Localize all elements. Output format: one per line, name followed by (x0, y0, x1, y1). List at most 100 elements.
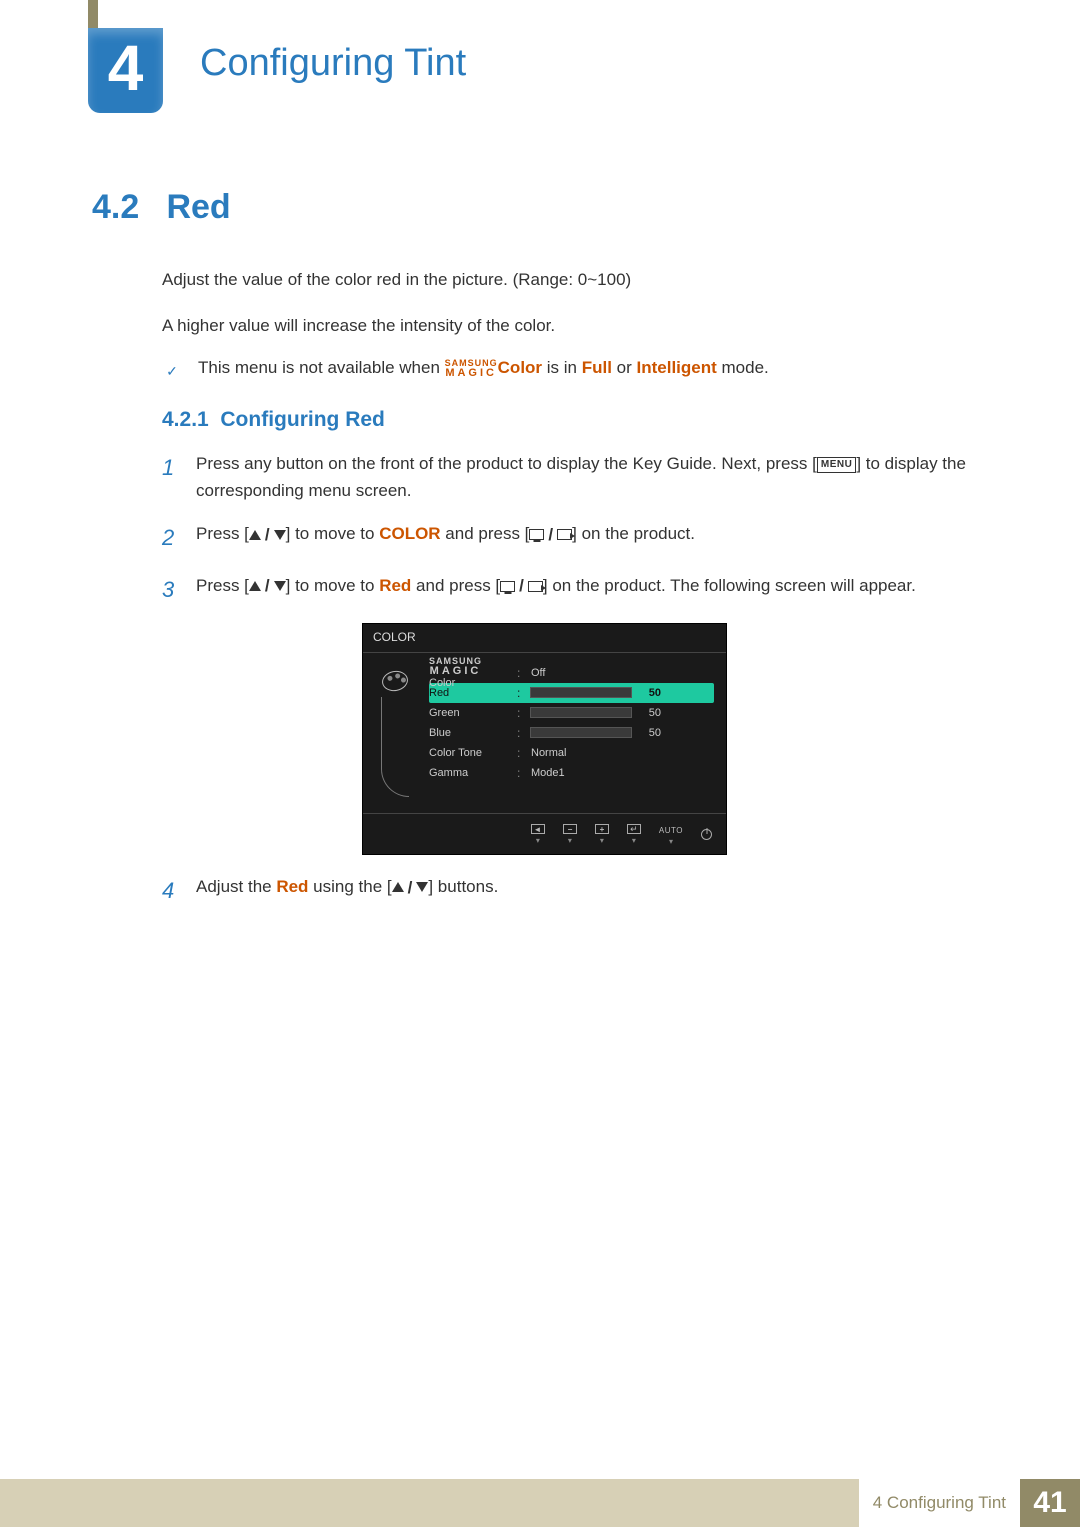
s3-mid: ] to move to (286, 576, 380, 595)
page-footer: 4 Configuring Tint 41 (0, 1479, 1080, 1527)
s2-mid: ] to move to (286, 524, 380, 543)
subsection-number: 4.2.1 (162, 408, 209, 431)
back-icon (531, 824, 545, 834)
osd-slider-track (531, 708, 631, 717)
magic-bottom: MAGIC (445, 368, 498, 379)
osd-row-gamma: Gamma : Mode1 (429, 763, 714, 783)
note-text: This menu is not available when SAMSUNGM… (198, 358, 769, 379)
osd-menu-list: SAMSUNGMAGIC Color : Off Red : 50 Green (429, 663, 714, 797)
slash-icon: / (263, 521, 272, 548)
menu-button-icon: MENU (817, 457, 856, 473)
s3-pre: Press [ (196, 576, 249, 595)
triangle-down-icon (274, 530, 286, 540)
osd-category-icon-col (375, 663, 415, 797)
step-4: 4 Adjust the Red using the [/] buttons. (162, 873, 988, 908)
osd-colon: : (517, 686, 523, 700)
step-2: 2 Press [ / ] to move to COLOR and press [… (162, 520, 988, 555)
note-pre: This menu is not available when (198, 358, 445, 377)
triangle-down-icon (274, 581, 286, 591)
chapter-title: Configuring Tint (200, 42, 466, 85)
osd-value: Off (531, 667, 545, 679)
s3-mid2: and press [ (411, 576, 500, 595)
note-full: Full (582, 358, 612, 377)
step-number: 1 (162, 450, 196, 504)
slash-icon: / (546, 521, 555, 548)
subsection-heading: 4.2.1 Configuring Red (162, 408, 988, 432)
source-enter-icon: / (529, 521, 572, 548)
power-icon (701, 829, 712, 840)
section-heading: 4.2 Red (92, 188, 988, 227)
osd-label: Green (429, 707, 509, 719)
steps-list: 1 Press any button on the front of the p… (162, 450, 988, 908)
osd-back-button: ▾ (531, 824, 545, 845)
osd-auto-button: AUTO▾ (659, 824, 683, 846)
s2-mid2: and press [ (441, 524, 530, 543)
s2-pre: Press [ (196, 524, 249, 543)
osd-colon: : (517, 706, 523, 720)
minus-icon (563, 824, 577, 834)
note-intelligent: Intelligent (637, 358, 717, 377)
palette-icon (380, 669, 409, 693)
s4-pre: Adjust the (196, 877, 276, 896)
note-icon: ✓ (162, 360, 182, 380)
s1-pre: Press any button on the front of the pro… (196, 454, 817, 473)
osd-curve-line (381, 697, 409, 797)
slash-icon: / (406, 874, 415, 901)
step-3: 3 Press [/] to move to Red and press [/]… (162, 572, 988, 607)
step-number: 4 (162, 873, 196, 908)
osd-slider: 50 (531, 687, 661, 699)
up-down-icon: / (249, 572, 286, 599)
s3-post: ] on the product. The following screen w… (543, 576, 916, 595)
enter-icon (627, 824, 641, 834)
osd-label: Color Tone (429, 747, 509, 759)
caret-icon: ▾ (568, 836, 572, 845)
osd-row-blue: Blue : 50 (429, 723, 714, 743)
caret-icon: ▾ (536, 836, 540, 845)
osd-row-color-tone: Color Tone : Normal (429, 743, 714, 763)
section-number: 4.2 (92, 188, 162, 227)
footer-bar (0, 1479, 859, 1527)
step-text: Press any button on the front of the pro… (196, 450, 988, 504)
osd-divider (363, 813, 726, 814)
step-1: 1 Press any button on the front of the p… (162, 450, 988, 504)
top-accent-bar (88, 0, 98, 28)
auto-label: AUTO (659, 824, 683, 835)
samsung-magic-logo: SAMSUNGMAGIC (429, 657, 482, 677)
osd-slider-track (531, 728, 631, 737)
info-note: ✓ This menu is not available when SAMSUN… (162, 358, 988, 380)
osd-label: Blue (429, 727, 509, 739)
up-down-icon: / (392, 874, 429, 901)
osd-colon: : (517, 726, 523, 740)
osd-colon: : (517, 746, 523, 760)
triangle-up-icon (249, 581, 261, 591)
s4-post: ] buttons. (428, 877, 498, 896)
osd-value: Normal (531, 747, 566, 759)
osd-screenshot: COLOR SAMSUNGMAGIC Color : Off Red : (362, 623, 727, 855)
osd-slider-value: 50 (637, 707, 661, 719)
osd-colon: : (517, 666, 523, 680)
osd-slider-track (531, 688, 631, 697)
step-number: 2 (162, 520, 196, 555)
triangle-up-icon (249, 530, 261, 540)
subsection-title: Configuring Red (220, 408, 384, 431)
step-number: 3 (162, 572, 196, 607)
osd-power-button (701, 829, 712, 840)
slash-icon: / (517, 572, 526, 599)
footer-chapter-label: 4 Configuring Tint (859, 1479, 1020, 1527)
note-color: Color (498, 358, 542, 377)
intro-paragraph-2: A higher value will increase the intensi… (162, 313, 988, 339)
source-icon (528, 581, 543, 592)
osd-body: SAMSUNGMAGIC Color : Off Red : 50 Green (363, 659, 726, 813)
osd-minus-button: ▾ (563, 824, 577, 845)
osd-value: Mode1 (531, 767, 565, 779)
caret-icon: ▾ (632, 836, 636, 845)
osd-label: Red (429, 687, 509, 699)
note-post: mode. (717, 358, 769, 377)
footer-page-number: 41 (1020, 1479, 1080, 1527)
s4-mid: using the [ (308, 877, 391, 896)
s2-color: COLOR (379, 524, 440, 543)
osd-row-green: Green : 50 (429, 703, 714, 723)
intro-paragraph-1: Adjust the value of the color red in the… (162, 267, 988, 293)
source-icon (557, 529, 572, 540)
osd-divider (363, 652, 726, 653)
